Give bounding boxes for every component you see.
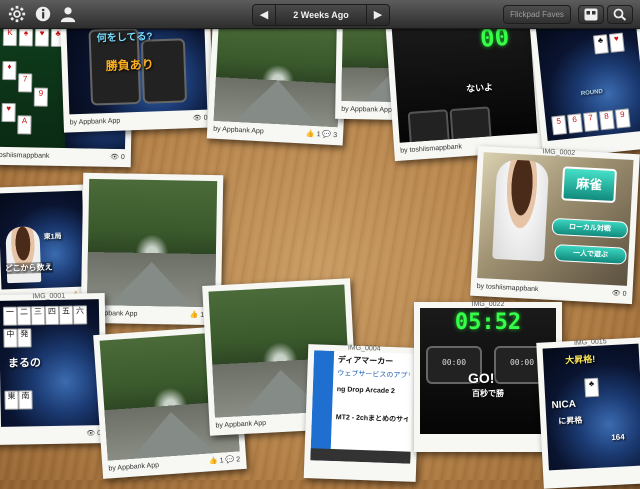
photo-thumbnail: 東1局 どこから数え bbox=[0, 190, 86, 290]
photo-author: by toshiismappbank bbox=[400, 143, 463, 155]
view-count: 👁 0 bbox=[611, 290, 627, 298]
photo-thumbnail: ♣ ♥ ROUND 56789 bbox=[535, 15, 640, 141]
photo-thumbnail: 一二三四五六 中発 まるの 東南 bbox=[0, 299, 101, 427]
photo-card[interactable]: IMG_0004 ディアマーカー ウェブサービスのアプリ版 ng Drop Ar… bbox=[303, 344, 421, 482]
photo-thumbnail bbox=[87, 178, 218, 308]
like-comment-count: 👍 1 💬 2 bbox=[208, 456, 241, 466]
flickpad-faves-button[interactable]: Flickpad Faves bbox=[503, 5, 571, 24]
photo-thumbnail: 麻雀 ローカル対戦 一人で遊ぶ bbox=[477, 152, 634, 286]
photo-card[interactable]: IMG_0015 大昇格! ♣ NICA に昇格 164 bbox=[536, 337, 640, 489]
photo-card[interactable]: 何をしてる? 勝負あり by Appbank App 👁 0 bbox=[60, 13, 214, 133]
time-navigator: ◀ 2 Weeks Ago ▶ bbox=[252, 4, 390, 26]
search-button[interactable] bbox=[607, 5, 633, 24]
photo-author: by toshiismappbank bbox=[476, 282, 539, 294]
photo-card[interactable]: 00 ないよ by toshiismappbank bbox=[385, 12, 545, 162]
photo-thumbnail: 何をしてる? 勝負あり bbox=[66, 19, 208, 115]
photo-card[interactable]: IMG_0001 一二三四五六 中発 まるの 東南 👁 0 bbox=[0, 293, 108, 445]
next-period-button[interactable]: ▶ bbox=[366, 5, 389, 25]
photo-card[interactable]: 東1局 どこから数え 👍 0 bbox=[0, 184, 93, 308]
photo-card[interactable]: IMG_0002 麻雀 ローカル対戦 一人で遊ぶ by toshiismappb… bbox=[470, 145, 640, 305]
photo-author: by Appbank App bbox=[213, 125, 264, 136]
user-profile-icon[interactable] bbox=[59, 5, 77, 23]
settings-gear-icon[interactable] bbox=[8, 5, 26, 23]
photo-thumbnail bbox=[213, 16, 343, 128]
time-period-label: 2 Weeks Ago bbox=[293, 10, 349, 20]
top-toolbar: ◀ 2 Weeks Ago ▶ Flickpad Faves bbox=[0, 0, 640, 29]
search-icon bbox=[613, 8, 627, 21]
like-comment-count: 👍 1 💬 3 bbox=[305, 130, 338, 140]
photo-author: by Appbank App bbox=[108, 461, 160, 473]
photo-author: by Appbank App bbox=[215, 419, 267, 430]
photo-thumbnail: ディアマーカー ウェブサービスのアプリ版 ng Drop Arcade 2 MT… bbox=[310, 350, 415, 464]
photo-thumbnail: 05:52 00:00 00:00 GO! 百秒で勝 bbox=[420, 308, 556, 434]
view-count: 👁 0 bbox=[110, 153, 125, 162]
previous-period-button[interactable]: ◀ bbox=[253, 5, 276, 25]
slideshow-button[interactable] bbox=[578, 5, 604, 24]
photo-author: by Appbank App bbox=[69, 117, 121, 127]
photo-author: toshiismappbank bbox=[0, 151, 50, 160]
slideshow-icon bbox=[584, 8, 598, 21]
photo-card[interactable]: ♣ ♥ ROUND 56789 bbox=[528, 8, 640, 160]
photo-thumbnail: 00 ないよ bbox=[391, 19, 538, 143]
mahjong-logo: 麻雀 bbox=[561, 166, 618, 204]
photo-thumbnail: 大昇格! ♣ NICA に昇格 164 bbox=[542, 343, 640, 471]
photo-author: by Appbank App bbox=[341, 105, 392, 114]
info-icon[interactable] bbox=[34, 5, 52, 23]
photo-card[interactable]: by Appbank App 👍 1 💬 3 bbox=[206, 10, 350, 146]
view-count: 👁 0 bbox=[192, 114, 208, 123]
